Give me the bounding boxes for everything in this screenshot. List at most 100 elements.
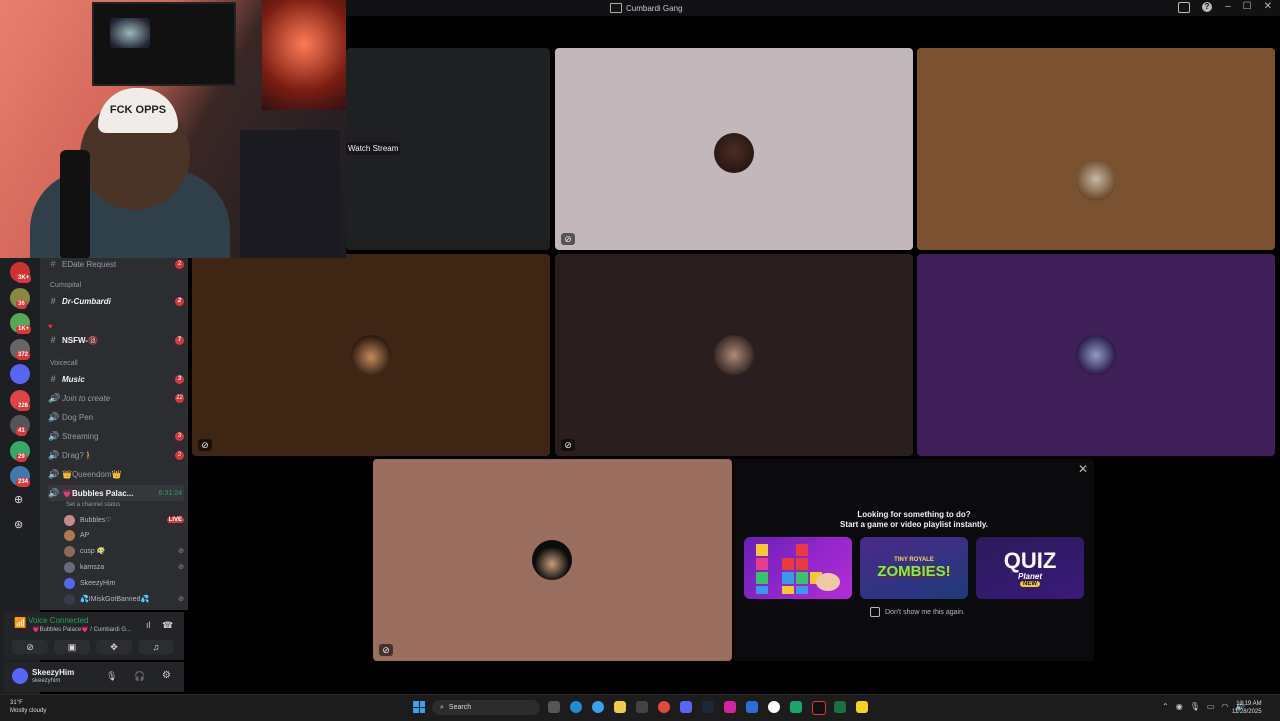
game-card-quiz[interactable]: QUIZ Planet NEW (976, 537, 1084, 599)
channel-streaming[interactable]: 🔊 Streaming 3 (48, 428, 184, 444)
category-voicecall[interactable]: Voicecall (50, 360, 78, 367)
channel-bubbles-palace[interactable]: 🔊 💗Bubbles Palac... 6:31:24 (48, 485, 184, 501)
voice-user[interactable]: Bubbles♡ LIVE (64, 513, 184, 527)
participant-tile[interactable]: ⊘ (373, 459, 732, 661)
sticky-notes-icon[interactable] (856, 701, 868, 713)
edge-icon[interactable] (570, 701, 582, 713)
activities-button[interactable]: ✥ (96, 640, 132, 654)
close-button[interactable]: ✕ (1264, 1, 1272, 12)
inbox-icon[interactable] (1178, 2, 1190, 13)
voice-user[interactable]: SkeezyHim (64, 576, 184, 590)
speaker-icon: 🔊 (48, 430, 60, 441)
participant-tile[interactable]: ⊘ (192, 254, 550, 456)
channel-name: 👑Queendom👑 (62, 469, 122, 479)
channel-join-to-create[interactable]: 🔊 Join to create 12 (48, 390, 184, 406)
channel-status[interactable]: Set a channel status (66, 502, 120, 508)
noise-suppression-icon[interactable]: ıl (146, 620, 151, 630)
close-icon[interactable]: ✕ (1078, 462, 1088, 476)
store-icon[interactable] (636, 701, 648, 713)
server-badge: 29 (16, 452, 27, 462)
video-toggle-button[interactable]: ⊘ (12, 640, 48, 654)
mic-muted-icon: ⊘ (178, 548, 184, 555)
game-card-zombies[interactable]: TINY ROYALE ZOMBIES! (860, 537, 968, 599)
mention-badge: 12 (175, 393, 184, 403)
participant-tile[interactable] (917, 48, 1275, 250)
channel-name: Dog Pen (62, 412, 94, 422)
server-badge: 1K+ (16, 325, 32, 334)
dont-show-again[interactable]: Don't show me this again. (870, 607, 965, 617)
channel-edate[interactable]: # EDate Request 2 (48, 258, 184, 272)
task-view-icon[interactable] (548, 701, 560, 713)
maximize-button[interactable]: ☐ (1243, 1, 1252, 12)
steam-icon[interactable] (702, 701, 714, 713)
server-badge: 41 (16, 427, 27, 436)
voice-user[interactable]: kamsza ⊘ (64, 560, 184, 574)
app-icon[interactable] (790, 701, 802, 713)
folder-icon[interactable] (614, 701, 626, 713)
clock[interactable]: 12:19 AM 11/28/2025 (1232, 700, 1262, 716)
headphones-icon[interactable]: 🎧 (134, 671, 145, 682)
screen-share-button[interactable]: ▣ (54, 640, 90, 654)
tiktok-icon[interactable] (812, 701, 826, 715)
participant-tile[interactable]: ⊘ (555, 48, 913, 250)
watch-stream-button[interactable]: Watch Stream (346, 142, 401, 155)
voice-location[interactable]: 💗Bubbles Palace💗 / Cumbardi G... (32, 626, 131, 633)
wifi-icon[interactable]: ◠ (1221, 702, 1228, 711)
channel-dog-pen[interactable]: 🔊 Dog Pen (48, 409, 184, 425)
soundboard-button[interactable]: ♫ (138, 640, 174, 654)
instagram-icon[interactable] (724, 701, 736, 713)
microphone (60, 150, 90, 258)
checkbox[interactable] (870, 607, 880, 617)
channel-music[interactable]: # Music 3 (48, 371, 184, 387)
discover-icon[interactable]: ⊛ (14, 518, 23, 531)
channel-nsfw[interactable]: # NSFW-🔞 7 (48, 332, 184, 348)
username[interactable]: SkeezyHim (32, 668, 74, 677)
display-icon[interactable]: ▭ (1207, 702, 1215, 711)
window-title: Cumbardi Gang (610, 3, 682, 13)
excel-icon[interactable] (834, 701, 846, 713)
add-server-icon[interactable]: ⊕ (14, 493, 23, 506)
title-bar (346, 0, 1280, 16)
voice-connected-label[interactable]: Voice Connected (28, 616, 89, 625)
category-cumspital[interactable]: Cumspital (50, 282, 81, 289)
voice-user[interactable]: cusp 😶‍🌫️ ⊘ (64, 544, 184, 558)
mention-badge: 2 (175, 450, 184, 460)
minimize-button[interactable]: – (1225, 1, 1231, 12)
channel-drag[interactable]: 🔊 Drag?🚶 2 (48, 447, 184, 463)
chatgpt-icon[interactable] (768, 701, 780, 713)
search-input[interactable]: ⌕ Search (432, 700, 540, 715)
avatar (714, 133, 754, 173)
disconnect-icon[interactable]: ☎ (162, 620, 173, 631)
chevron-up-icon[interactable]: ⌃ (1162, 702, 1169, 711)
channel-queendom[interactable]: 🔊 👑Queendom👑 (48, 466, 184, 482)
mic-muted-icon: ⊘ (178, 596, 184, 603)
channel-dr-cumbardi[interactable]: # Dr-Cumbardi 2 (48, 293, 184, 309)
avatar (64, 561, 75, 573)
voice-user-name: kamsza (80, 563, 105, 571)
window-title-text: Cumbardi Gang (626, 3, 683, 13)
channel-list: # EDate Request 2 Cumspital # Dr-Cumbardi 2 … (40, 258, 188, 610)
mic-tray-icon[interactable]: 🎙 (1190, 702, 1200, 711)
app-icon[interactable] (746, 701, 758, 713)
weather-widget[interactable]: 31°F Mostly cloudy (10, 699, 46, 715)
blocks-game-art (756, 544, 840, 594)
help-icon[interactable]: ? (1202, 2, 1212, 12)
windows-icon[interactable] (413, 701, 425, 713)
discord-icon[interactable] (680, 701, 692, 713)
background-light (262, 0, 346, 110)
copilot-icon[interactable] (592, 701, 604, 713)
video-off-icon: ⊘ (561, 233, 575, 245)
game-card-blocks[interactable] (744, 537, 852, 599)
participant-tile[interactable] (917, 254, 1275, 456)
gear-icon[interactable]: ⚙ (162, 670, 171, 681)
voice-user[interactable]: AP (64, 528, 184, 542)
network-icon[interactable]: ◉ (1176, 702, 1183, 711)
avatar (64, 529, 75, 541)
participant-tile[interactable]: ⊘ (555, 254, 913, 456)
mention-badge: 3 (175, 374, 184, 384)
server-icon[interactable] (10, 364, 30, 384)
avatar[interactable] (12, 668, 28, 684)
voice-user[interactable]: 💦IMiskGotBanned💦 ⊘ (64, 592, 184, 606)
chrome-icon[interactable] (658, 701, 670, 713)
microphone-icon[interactable]: 🎙 (106, 671, 117, 682)
